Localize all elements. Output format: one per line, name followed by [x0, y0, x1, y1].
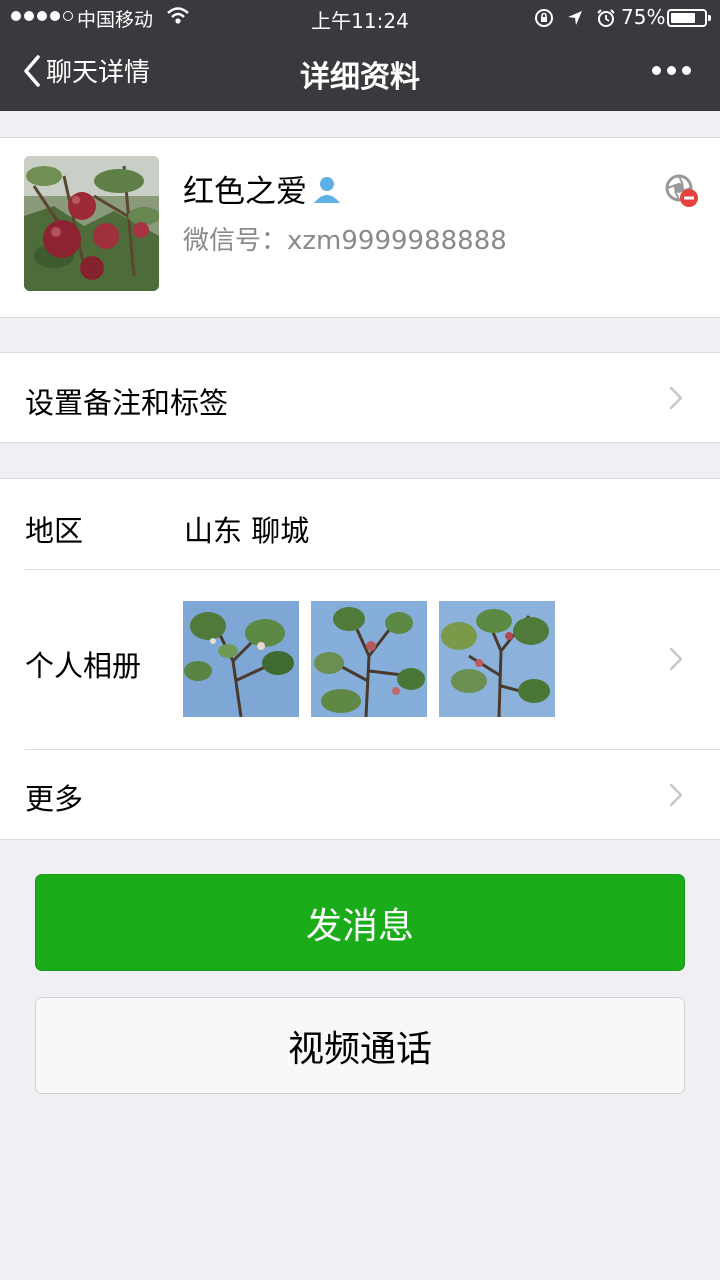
- more-options-button[interactable]: [652, 66, 691, 75]
- apple-tree-photo: [24, 156, 159, 291]
- contact-name-row: 红色之爱: [183, 166, 343, 211]
- battery-icon: [667, 9, 711, 27]
- avatar[interactable]: [24, 156, 159, 291]
- chevron-right-icon: [669, 783, 683, 807]
- send-message-button[interactable]: 发消息: [35, 874, 685, 971]
- status-bar: 中国移动 上午11:24 75%: [0, 0, 720, 36]
- video-call-button[interactable]: 视频通话: [35, 997, 685, 1094]
- remark-label: 设置备注和标签: [25, 386, 229, 420]
- more-label: 更多: [25, 782, 84, 816]
- wechat-id: 微信号：xzm9999988888: [183, 226, 507, 256]
- person-icon: [314, 176, 340, 203]
- blocked-moments-icon: [665, 174, 698, 207]
- more-row[interactable]: 更多: [0, 479, 720, 841]
- top-bar: 中国移动 上午11:24 75% 聊天详情 详细资料: [0, 0, 720, 111]
- alarm-clock-icon: [597, 9, 615, 27]
- battery-percent: 75%: [621, 5, 666, 29]
- contact-name: 红色之爱: [183, 174, 307, 210]
- rotation-lock-icon: [535, 9, 553, 27]
- info-card: 地区 山东 聊城 个人相册 更多: [0, 478, 720, 840]
- set-remark-tags-row[interactable]: 设置备注和标签: [0, 352, 720, 443]
- location-arrow-icon: [568, 11, 582, 25]
- profile-card: 红色之爱 微信号：xzm9999988888: [0, 137, 720, 318]
- dot-icon: [682, 66, 691, 75]
- dot-icon: [652, 66, 661, 75]
- page-title: 详细资料: [300, 60, 420, 95]
- chevron-right-icon: [669, 386, 683, 410]
- dot-icon: [667, 66, 676, 75]
